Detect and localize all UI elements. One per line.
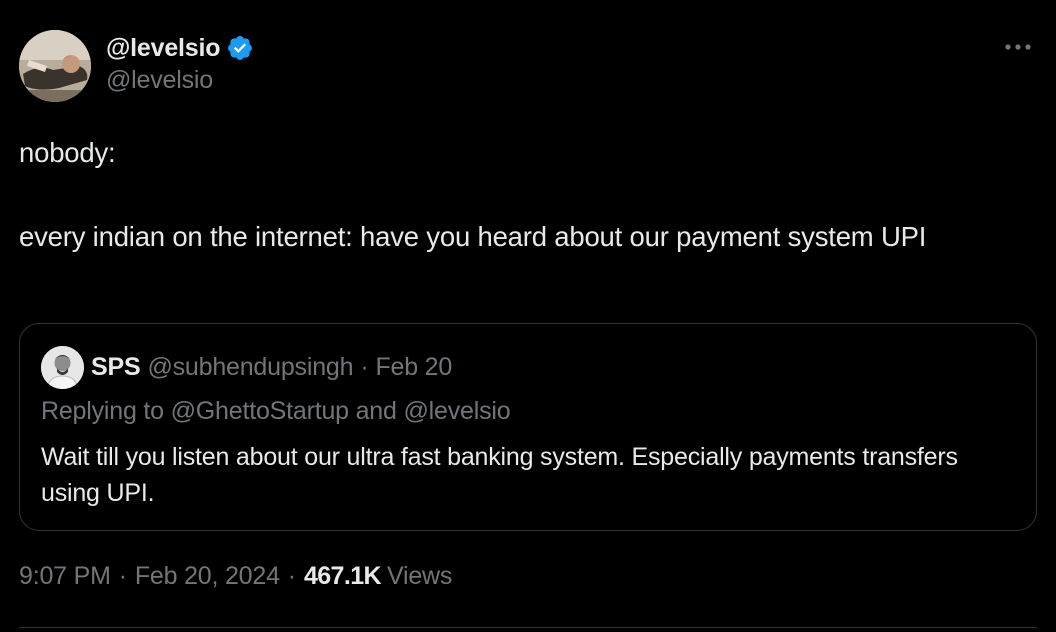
tweet-card: @levelsio @levelsio nobody: every indian… (0, 0, 1056, 632)
replying-mention-ghettostartup[interactable]: @GhettoStartup (171, 397, 349, 425)
tweet-text: nobody: every indian on the internet: ha… (19, 132, 1029, 258)
author-info: @levelsio @levelsio (106, 30, 254, 95)
tweet-header: @levelsio @levelsio (19, 30, 1042, 104)
quoted-date[interactable]: Feb 20 (375, 353, 452, 382)
quoted-avatar-photo-icon (41, 345, 84, 389)
author-handle[interactable]: @levelsio (106, 66, 254, 95)
replying-mention-levelsio[interactable]: @levelsio (403, 397, 510, 425)
quoted-author-avatar[interactable] (41, 345, 84, 389)
verified-badge-icon[interactable] (226, 34, 254, 62)
replying-prefix: Replying to (41, 397, 171, 425)
meta-separator-1: · (118, 562, 127, 590)
quoted-tweet-header: SPS @subhendupsingh · Feb 20 (41, 345, 452, 389)
tweet-time[interactable]: 9:07 PM (19, 562, 111, 591)
quoted-separator: · (360, 352, 369, 381)
meta-separator-2: · (287, 562, 296, 590)
author-avatar[interactable] (19, 30, 91, 102)
views-count[interactable]: 467.1K (304, 562, 382, 591)
bottom-divider (19, 627, 1037, 628)
quoted-author-name[interactable]: SPS (91, 353, 141, 382)
tweet-text-line-1: nobody: (19, 137, 116, 168)
replying-and: and (348, 397, 404, 425)
author-display-name[interactable]: @levelsio (106, 34, 221, 63)
tweet-date[interactable]: Feb 20, 2024 (135, 562, 280, 591)
quoted-replying-to: Replying to @GhettoStartup and @levelsio (41, 397, 511, 426)
tweet-text-line-2: every indian on the internet: have you h… (19, 221, 927, 252)
quoted-author-handle[interactable]: @subhendupsingh (147, 353, 353, 382)
tweet-meta: 9:07 PM · Feb 20, 2024 · 467.1K Views (19, 562, 452, 591)
tweet-text-blank-line (19, 174, 1029, 216)
quoted-tweet-text: Wait till you listen about our ultra fas… (41, 443, 958, 507)
quoted-tweet[interactable]: SPS @subhendupsingh · Feb 20 Replying to… (19, 323, 1037, 531)
avatar-photo-icon (19, 30, 91, 102)
views-label[interactable]: Views (387, 562, 452, 591)
display-name-row: @levelsio (106, 30, 254, 66)
more-options-icon[interactable] (998, 32, 1038, 62)
